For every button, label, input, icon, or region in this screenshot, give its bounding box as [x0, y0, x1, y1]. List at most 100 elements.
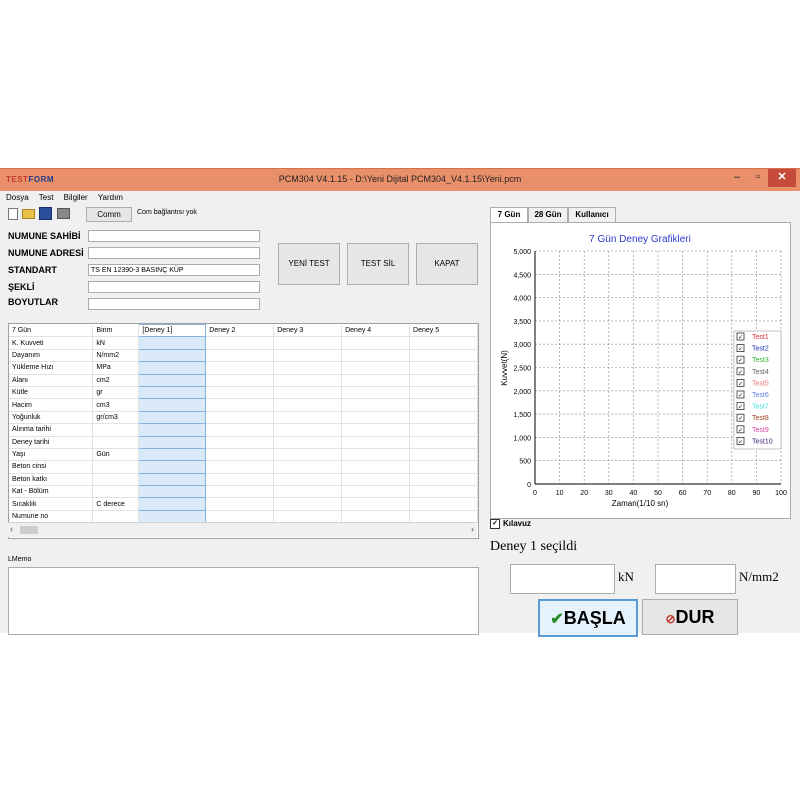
grid-cell[interactable] — [341, 473, 411, 487]
grid-cell[interactable] — [138, 336, 207, 350]
grid-cell[interactable] — [138, 423, 207, 437]
tab-28-gun[interactable]: 28 Gün — [528, 207, 568, 223]
grid-cell[interactable] — [205, 411, 275, 425]
menu-dosya[interactable]: Dosya — [6, 193, 29, 202]
grid-cell[interactable] — [409, 423, 478, 437]
grid-cell[interactable] — [138, 447, 207, 462]
new-test-button[interactable]: YENİ TEST — [278, 243, 340, 285]
grid-cell[interactable] — [138, 410, 207, 425]
grid-cell[interactable] — [205, 485, 275, 499]
menu-bilgiler[interactable]: Bilgiler — [64, 193, 88, 202]
grid-cell[interactable] — [273, 386, 343, 400]
grid-cell[interactable] — [273, 411, 343, 425]
grid-cell[interactable] — [138, 509, 207, 524]
grid-cell[interactable] — [409, 349, 478, 363]
grid-cell[interactable] — [205, 336, 275, 350]
tab-kullanici[interactable]: Kullanıcı — [568, 207, 616, 223]
grid-cell[interactable] — [341, 361, 411, 375]
guide-checkbox-row[interactable]: ✓ Kılavuz — [490, 519, 789, 531]
grid-cell[interactable] — [409, 497, 478, 511]
grid-cell[interactable] — [273, 448, 343, 462]
grid-cell[interactable] — [138, 373, 207, 387]
grid-header-cell[interactable]: Birim — [92, 324, 140, 338]
grid-cell[interactable] — [205, 460, 275, 474]
menu-yardim[interactable]: Yardım — [98, 193, 123, 202]
grid-cell[interactable] — [273, 423, 343, 437]
grid-cell[interactable] — [409, 460, 478, 474]
grid-header-cell[interactable]: 7 Gün — [9, 324, 94, 338]
grid-cell[interactable] — [138, 398, 207, 412]
grid-cell[interactable] — [138, 497, 207, 511]
grid-cell[interactable] — [205, 510, 275, 524]
close-button[interactable]: KAPAT — [416, 243, 478, 285]
grid-header-cell[interactable]: [Deney 1] — [138, 324, 207, 338]
grid-cell[interactable] — [205, 448, 275, 462]
grid-cell[interactable] — [273, 361, 343, 375]
start-button[interactable]: ✔BAŞLA — [538, 599, 638, 637]
grid-cell[interactable] — [341, 460, 411, 474]
grid-cell[interactable] — [205, 473, 275, 487]
grid-cell[interactable] — [341, 423, 411, 437]
grid-cell[interactable] — [273, 349, 343, 363]
grid-cell[interactable] — [273, 374, 343, 387]
grid-cell[interactable] — [273, 398, 343, 412]
grid-cell[interactable] — [138, 361, 207, 375]
scroll-left-icon[interactable]: ‹ — [10, 524, 13, 534]
grid-cell[interactable] — [341, 497, 411, 511]
grid-cell[interactable] — [409, 436, 478, 449]
grid-cell[interactable] — [341, 411, 411, 425]
grid-cell[interactable] — [273, 436, 343, 449]
comm-button[interactable]: Comm — [86, 207, 132, 222]
grid-header-cell[interactable]: Deney 5 — [409, 324, 478, 338]
grid-cell[interactable] — [205, 398, 275, 412]
print-icon[interactable] — [56, 208, 70, 219]
menu-test[interactable]: Test — [39, 193, 54, 202]
grid-cell[interactable] — [341, 436, 411, 449]
grid-cell[interactable] — [205, 497, 275, 511]
close-window-button[interactable]: ✕ — [768, 169, 796, 187]
grid-cell[interactable] — [273, 485, 343, 499]
grid-cell[interactable] — [409, 510, 478, 524]
grid-header-cell[interactable]: Deney 2 — [205, 324, 275, 338]
grid-cell[interactable] — [409, 374, 478, 387]
grid-cell[interactable] — [138, 472, 207, 487]
maximize-button[interactable]: ▫ — [748, 169, 768, 187]
grid-cell[interactable] — [138, 485, 207, 499]
grid-cell[interactable] — [341, 386, 411, 400]
grid-cell[interactable] — [273, 510, 343, 524]
delete-test-button[interactable]: TEST SİL — [347, 243, 409, 285]
numune-sahibi-input[interactable] — [88, 230, 260, 242]
grid-cell[interactable] — [341, 349, 411, 363]
grid-cell[interactable] — [409, 386, 478, 400]
grid-header-cell[interactable]: Deney 3 — [273, 324, 343, 338]
grid-cell[interactable] — [409, 361, 478, 375]
scroll-thumb[interactable] — [20, 526, 38, 534]
grid-cell[interactable] — [138, 435, 207, 449]
grid-cell[interactable] — [341, 485, 411, 499]
grid-cell[interactable] — [341, 510, 411, 524]
grid-cell[interactable] — [138, 348, 207, 363]
grid-cell[interactable] — [205, 386, 275, 400]
save-icon[interactable] — [39, 207, 53, 220]
sekli-input[interactable] — [88, 281, 260, 293]
horizontal-scrollbar[interactable]: ‹ › — [8, 522, 477, 537]
grid-header-cell[interactable]: Deney 4 — [341, 324, 411, 338]
grid-cell[interactable] — [273, 473, 343, 487]
grid-cell[interactable] — [205, 374, 275, 387]
grid-cell[interactable] — [138, 385, 207, 400]
grid-cell[interactable] — [409, 336, 478, 350]
grid-cell[interactable] — [273, 460, 343, 474]
open-folder-icon[interactable] — [22, 208, 36, 219]
numune-adresi-input[interactable] — [88, 247, 260, 259]
stop-button[interactable]: ⊘DUR — [642, 599, 738, 635]
minimize-button[interactable]: – — [726, 169, 748, 187]
grid-cell[interactable] — [341, 448, 411, 462]
grid-cell[interactable] — [341, 398, 411, 412]
grid-cell[interactable] — [273, 336, 343, 350]
grid-cell[interactable] — [409, 485, 478, 499]
grid-cell[interactable] — [138, 460, 207, 474]
grid-cell[interactable] — [205, 436, 275, 449]
grid-cell[interactable] — [205, 349, 275, 363]
grid-cell[interactable] — [409, 448, 478, 462]
memo-textarea[interactable] — [8, 567, 479, 635]
